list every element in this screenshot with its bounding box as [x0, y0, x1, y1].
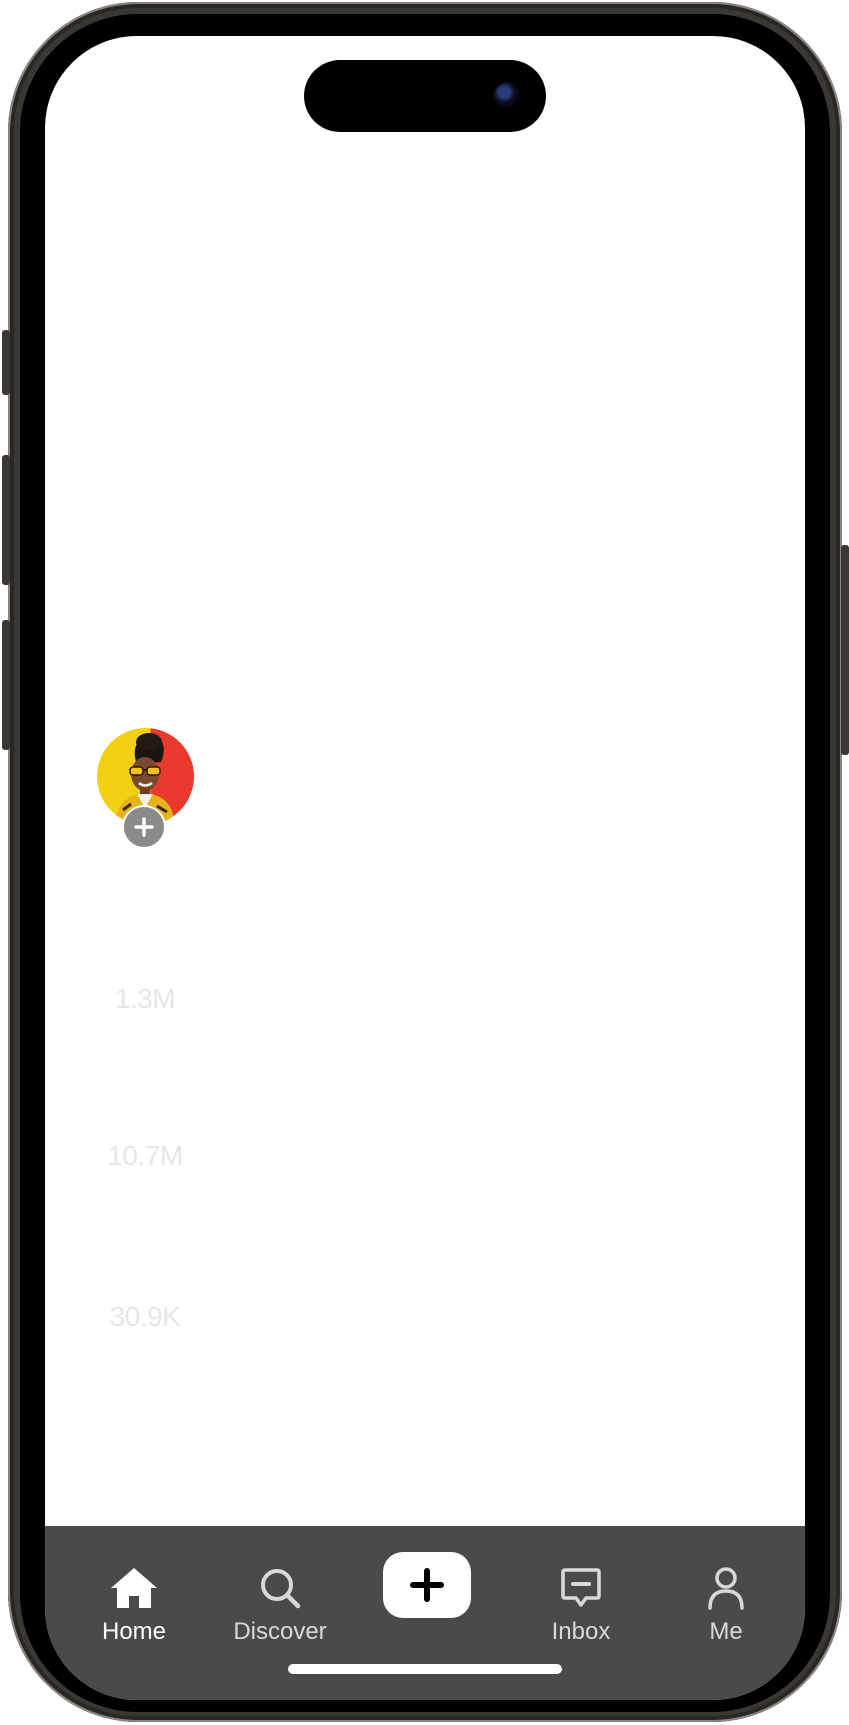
tab-home[interactable]: Home [69, 1526, 199, 1646]
plus-icon [410, 1568, 444, 1602]
likes-count[interactable]: 1.3M [85, 983, 205, 1015]
tab-discover-label: Discover [233, 1618, 327, 1645]
search-icon [254, 1562, 306, 1614]
power-button [841, 545, 849, 755]
tab-discover[interactable]: Discover [215, 1526, 345, 1646]
tab-inbox[interactable]: Inbox [516, 1526, 646, 1646]
plus-icon [134, 817, 154, 837]
feed-action-rail: 1.3M 10.7M 30.9K [45, 36, 245, 1436]
create-button[interactable] [383, 1552, 471, 1618]
inbox-icon [555, 1562, 607, 1614]
home-indicator[interactable] [288, 1664, 562, 1674]
tab-me-label: Me [709, 1618, 743, 1645]
tab-me[interactable]: Me [661, 1526, 791, 1646]
tab-home-label: Home [101, 1618, 167, 1645]
follow-button[interactable] [122, 805, 166, 849]
person-icon [700, 1562, 752, 1614]
front-camera [494, 82, 520, 108]
shares-count[interactable]: 30.9K [85, 1301, 205, 1333]
home-icon [108, 1562, 160, 1614]
tab-inbox-label: Inbox [551, 1618, 611, 1645]
comments-count[interactable]: 10.7M [85, 1140, 205, 1172]
volume-down-button [2, 620, 10, 750]
action-button [2, 330, 10, 395]
dynamic-island [304, 60, 546, 132]
screen: 1.3M 10.7M 30.9K Home Discover Inbox Me [45, 36, 805, 1700]
volume-up-button [2, 455, 10, 585]
